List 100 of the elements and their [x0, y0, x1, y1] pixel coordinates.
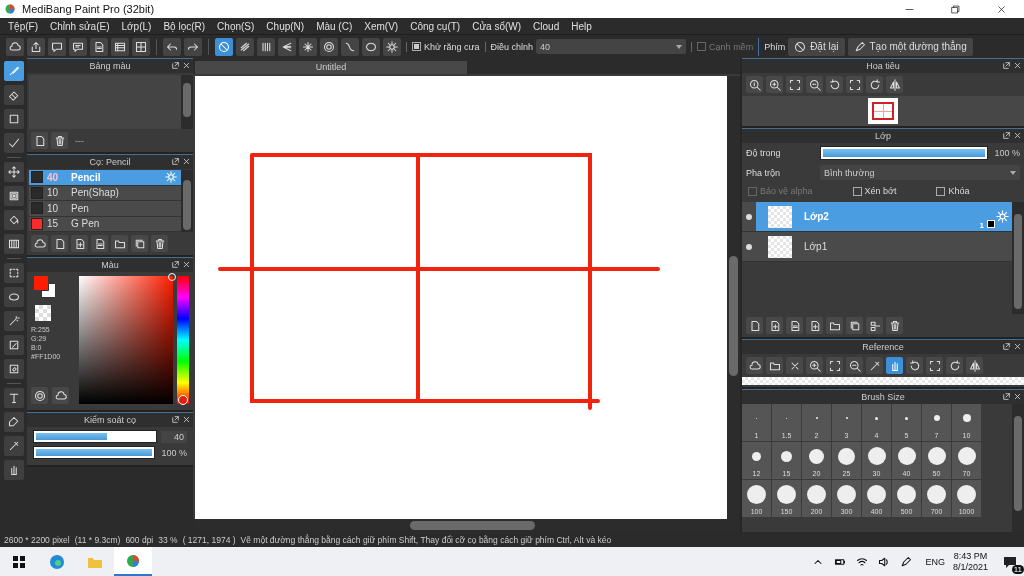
menu-item[interactable]: Cửa sổ(W) [466, 20, 528, 32]
rotate-right-button[interactable] [866, 76, 883, 93]
trash-button[interactable] [886, 317, 903, 334]
blend-dropdown[interactable]: Bình thường [820, 165, 1020, 180]
popout-button[interactable] [171, 260, 180, 269]
document-tab[interactable]: Untitled [195, 61, 467, 74]
folder-button[interactable] [111, 235, 128, 252]
text-tool-button[interactable] [3, 388, 24, 408]
no-ruler-button[interactable] [215, 37, 233, 56]
polyline-tool-button[interactable] [3, 133, 24, 153]
rotate-left-button[interactable] [826, 76, 843, 93]
cloud-button[interactable] [31, 235, 48, 252]
document-button[interactable] [90, 37, 108, 56]
brush-tool-button[interactable] [3, 61, 24, 81]
flip-button[interactable] [886, 76, 903, 93]
popout-button[interactable] [1002, 61, 1011, 70]
document-button[interactable] [91, 235, 108, 252]
ellipse-button[interactable] [362, 37, 380, 56]
grid-button[interactable] [132, 37, 150, 56]
upload-button[interactable] [27, 37, 45, 56]
shape-tool-button[interactable] [3, 412, 24, 432]
menu-item[interactable]: Chỉnh sửa(E) [44, 20, 116, 32]
copy-button[interactable] [131, 235, 148, 252]
list-button[interactable] [111, 37, 129, 56]
copy-button[interactable] [846, 317, 863, 334]
new-document-button[interactable] [746, 317, 763, 334]
fit-button[interactable] [786, 76, 803, 93]
close-button[interactable] [1013, 392, 1022, 401]
close-button[interactable] [182, 260, 191, 269]
popout-button[interactable] [171, 415, 180, 424]
fit-button[interactable] [826, 357, 843, 374]
menu-item[interactable]: Màu (C) [310, 20, 359, 32]
scrollbar[interactable] [181, 75, 193, 129]
eyedropper-button[interactable] [866, 357, 883, 374]
filled-square-tool-button[interactable] [3, 186, 24, 206]
square-tool-button[interactable] [3, 109, 24, 129]
foreground-color-swatch[interactable] [34, 276, 48, 290]
close-button[interactable] [1013, 131, 1022, 140]
background-color-swatch[interactable] [41, 283, 56, 298]
brush-item[interactable]: 10 Pen [29, 201, 181, 217]
scrollbar[interactable] [727, 76, 740, 519]
add-document-button[interactable] [71, 235, 88, 252]
close-button[interactable] [1013, 61, 1022, 70]
vertical-lines-button[interactable] [257, 37, 275, 56]
menu-item[interactable]: Chọn(S) [211, 20, 261, 32]
clock[interactable]: 8:43 PM 8/1/2021 [952, 550, 988, 573]
close-button[interactable] [1013, 342, 1022, 351]
new-document-button[interactable] [51, 235, 68, 252]
undo-button[interactable] [163, 37, 181, 56]
trash-button[interactable] [151, 235, 168, 252]
menu-item[interactable]: Cloud [527, 20, 566, 32]
magic-wand-tool-button[interactable] [3, 311, 24, 331]
hue-slider-handle[interactable] [178, 395, 188, 405]
close-button[interactable] [182, 157, 191, 166]
menu-item[interactable]: Công cụ(T) [404, 20, 467, 32]
add-document-button[interactable] [806, 317, 823, 334]
language-indicator[interactable]: ENG [925, 556, 945, 567]
perspective-button[interactable] [278, 37, 296, 56]
add-document-button[interactable] [766, 317, 783, 334]
hand-button[interactable] [886, 357, 903, 374]
menu-item[interactable]: Bộ lọc(R) [157, 20, 212, 32]
flip-button[interactable] [966, 357, 983, 374]
redo-button[interactable] [184, 37, 202, 56]
zoom-out-button[interactable] [846, 357, 863, 374]
correction-dropdown[interactable]: 40 [536, 39, 687, 54]
merge-button[interactable] [866, 317, 883, 334]
settings-button[interactable] [383, 37, 401, 56]
scrollbar[interactable] [1012, 202, 1024, 314]
cloud-button[interactable] [746, 357, 763, 374]
select-pen-tool-button[interactable] [3, 335, 24, 355]
fit-button[interactable] [846, 76, 863, 93]
zoom-in-button[interactable] [766, 76, 783, 93]
zoom-reset-button[interactable] [746, 76, 763, 93]
menu-item[interactable]: Lớp(L) [115, 20, 158, 32]
popout-button[interactable] [171, 157, 180, 166]
document-button[interactable] [786, 317, 803, 334]
comment-button[interactable] [69, 37, 87, 56]
menu-item[interactable]: Xem(V) [358, 20, 405, 32]
layer-option-checkbox[interactable]: Khóa [936, 186, 970, 196]
concentric-button[interactable] [320, 37, 338, 56]
chat-bubble-button[interactable] [48, 37, 66, 56]
select-eraser-tool-button[interactable] [3, 359, 24, 379]
lasso-tool-button[interactable] [3, 287, 24, 307]
curve-button[interactable] [341, 37, 359, 56]
close-button[interactable] [786, 357, 803, 374]
close-button[interactable] [182, 415, 191, 424]
popout-button[interactable] [1002, 392, 1011, 401]
fit-button[interactable] [926, 357, 943, 374]
popout-button[interactable] [171, 61, 180, 70]
selection-tool-button[interactable] [3, 263, 24, 283]
new-document-button[interactable] [31, 132, 48, 149]
trash-button[interactable] [51, 132, 68, 149]
scrollbar[interactable] [181, 170, 193, 232]
straight-line-button[interactable]: Tạo một đường thẳng [847, 37, 973, 56]
popout-button[interactable] [1002, 342, 1011, 351]
anti-alias-checkbox[interactable]: Khử răng cưa [412, 41, 480, 52]
eraser-tool-button[interactable] [3, 85, 24, 105]
radial-button[interactable] [299, 37, 317, 56]
eyedropper-tool-button[interactable] [3, 436, 24, 456]
move-tool-button[interactable] [3, 162, 24, 182]
